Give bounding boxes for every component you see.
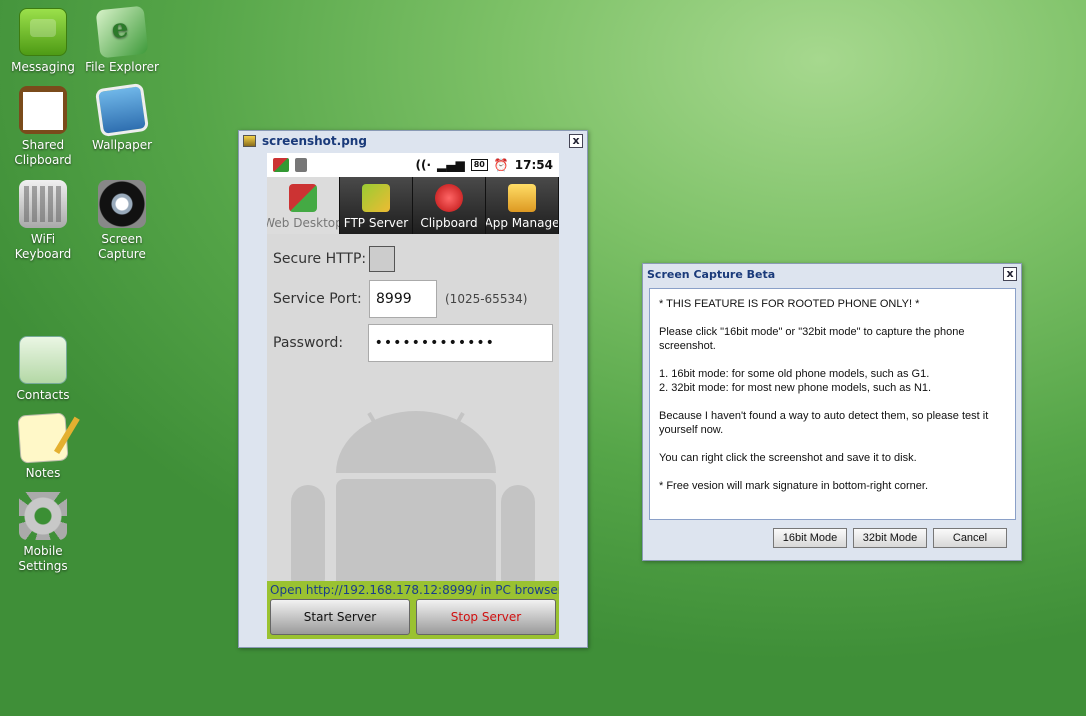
desktop-icon-label: Wallpaper: [91, 138, 153, 152]
desktop-icon-file-explorer[interactable]: File Explorer: [82, 5, 162, 75]
signal-icon: ▂▄▆: [437, 158, 465, 172]
desktop-icon-label: WiFi Keyboard: [14, 232, 72, 261]
phone-screenshot[interactable]: ((· ▂▄▆ 80 ⏰ 17:54 Web Desktop FTP Serve…: [267, 153, 559, 639]
desktop-icon-wifi-keyboard[interactable]: WiFi Keyboard: [3, 180, 83, 262]
clipboard-tab-icon: [435, 184, 463, 212]
desktop-icon-label: Mobile Settings: [18, 544, 68, 573]
desktop-icon-contacts[interactable]: Contacts: [3, 336, 83, 403]
clipboard-icon: [19, 86, 67, 134]
tab-label: App Manage: [486, 216, 559, 230]
secure-http-label: Secure HTTP:: [273, 251, 367, 267]
phone-status-bar: ((· ▂▄▆ 80 ⏰ 17:54: [267, 153, 559, 177]
messaging-icon: [19, 8, 67, 56]
rooted-warning-text: * THIS FEATURE IS FOR ROOTED PHONE ONLY!…: [659, 298, 920, 310]
desktop-icon-label: Shared Clipboard: [14, 138, 72, 167]
app-notification-icon: [273, 158, 289, 172]
tab-app-manager[interactable]: App Manage: [486, 177, 559, 234]
desktop-icon-label: Contacts: [16, 388, 70, 402]
desktop-icon-label: File Explorer: [85, 60, 159, 74]
mode-32bit-button[interactable]: 32bit Mode: [853, 528, 927, 548]
notes-icon: [17, 412, 69, 464]
dialog-title: Screen Capture Beta: [647, 267, 776, 281]
clock-time: 17:54: [514, 158, 553, 172]
screenshot-window: screenshot.png x ((· ▂▄▆ 80 ⏰ 17:54 Web …: [238, 130, 588, 648]
free-version-note: * Free vesion will mark signature in bot…: [659, 480, 928, 492]
dialog-message: * THIS FEATURE IS FOR ROOTED PHONE ONLY!…: [649, 288, 1016, 520]
password-input[interactable]: •••••••••••••: [367, 324, 553, 362]
stop-server-button[interactable]: Stop Server: [416, 599, 556, 635]
port-range-hint: (1025-65534): [445, 292, 528, 306]
desktop-icon-label: Notes: [25, 466, 61, 480]
tab-web-desktop[interactable]: Web Desktop: [267, 177, 340, 234]
close-button[interactable]: x: [569, 134, 583, 148]
close-button[interactable]: x: [1003, 267, 1017, 281]
desktop-icon-label: Screen Capture: [98, 232, 146, 261]
password-label: Password:: [273, 335, 344, 351]
package-icon: [508, 184, 536, 212]
server-settings-form: Secure HTTP: Service Port: 8999 (1025-65…: [267, 234, 559, 378]
window-titlebar[interactable]: screenshot.png x: [239, 131, 587, 151]
mode32-description: 2. 32bit mode: for most new phone models…: [659, 382, 932, 394]
wallpaper-icon: [94, 82, 150, 138]
battery-icon: 80: [470, 159, 488, 171]
instruction-text: Please click "16bit mode" or "32bit mode…: [659, 326, 965, 352]
desktop-icon-screen-capture[interactable]: Screen Capture: [82, 180, 162, 262]
android-logo-icon: [291, 411, 535, 583]
camera-icon: [98, 180, 146, 228]
tab-clipboard[interactable]: Clipboard: [413, 177, 486, 234]
tab-label: Clipboard: [420, 216, 478, 230]
mode-16bit-button[interactable]: 16bit Mode: [773, 528, 847, 548]
service-port-input[interactable]: 8999: [369, 280, 437, 318]
tab-label: FTP Server: [343, 216, 409, 230]
window-title: screenshot.png: [262, 134, 367, 148]
start-server-button[interactable]: Start Server: [270, 599, 410, 635]
desktop-icon-wallpaper[interactable]: Wallpaper: [82, 82, 162, 153]
cancel-button[interactable]: Cancel: [933, 528, 1007, 548]
server-url-bar: Open http://192.168.178.12:8999/ in PC b…: [267, 581, 559, 639]
tab-label: Web Desktop: [267, 216, 340, 230]
tab-ftp-server[interactable]: FTP Server: [340, 177, 413, 234]
desktop-icon-shared-clipboard[interactable]: Shared Clipboard: [3, 86, 83, 168]
screen-capture-dialog: Screen Capture Beta x * THIS FEATURE IS …: [642, 263, 1022, 561]
auto-detect-text: Because I haven't found a way to auto de…: [659, 410, 989, 436]
usb-notification-icon: [295, 158, 307, 172]
service-port-label: Service Port:: [273, 291, 362, 307]
phone-tab-bar: Web Desktop FTP Server Clipboard App Man…: [267, 177, 559, 234]
web-desktop-icon: [289, 184, 317, 212]
server-url-text: Open http://192.168.178.12:8999/ in PC b…: [270, 583, 559, 597]
dialog-button-row: 16bit Mode 32bit Mode Cancel: [773, 528, 1007, 548]
secure-http-checkbox[interactable]: [369, 246, 395, 272]
alarm-icon: ⏰: [493, 158, 509, 172]
contacts-icon: [19, 336, 67, 384]
desktop-icon-mobile-settings[interactable]: Mobile Settings: [3, 492, 83, 574]
dialog-titlebar[interactable]: Screen Capture Beta x: [643, 264, 1021, 284]
desktop-icon-messaging[interactable]: Messaging: [3, 8, 83, 75]
keyboard-icon: [19, 180, 67, 228]
ftp-server-icon: [362, 184, 390, 212]
desktop-icon-notes[interactable]: Notes: [3, 412, 83, 481]
desktop-icon-label: Messaging: [11, 60, 75, 74]
image-file-icon: [243, 135, 256, 147]
file-explorer-icon: [95, 5, 149, 59]
settings-icon: [19, 492, 67, 540]
wifi-icon: ((·: [415, 158, 432, 172]
save-hint-text: You can right click the screenshot and s…: [659, 452, 917, 464]
mode16-description: 1. 16bit mode: for some old phone models…: [659, 368, 930, 380]
